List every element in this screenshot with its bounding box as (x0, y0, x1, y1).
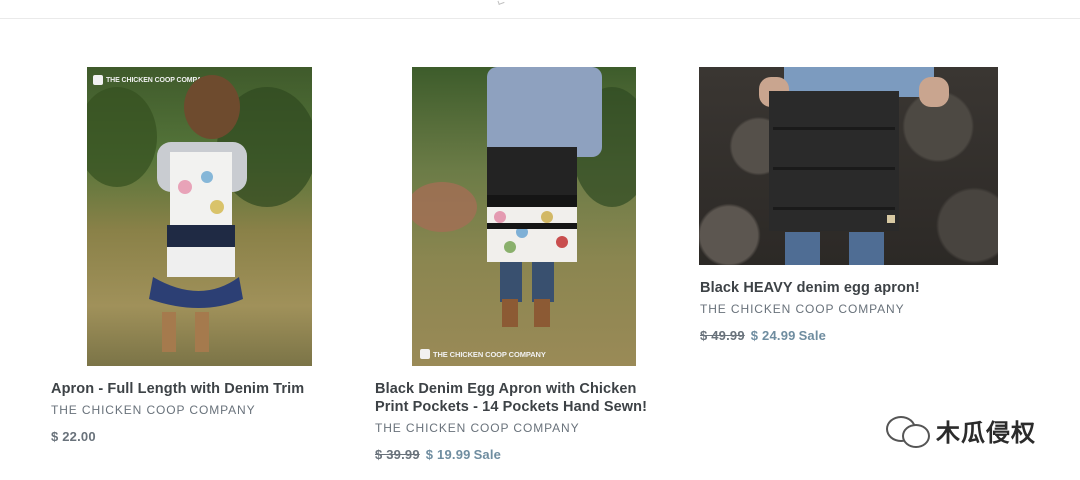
sale-label: Sale (798, 328, 827, 343)
brand-logo-overlay: THE CHICKEN COOP COMPANY (420, 349, 546, 359)
header-divider (0, 0, 1080, 19)
product-title-line-2: Print Pockets - 14 Pockets Hand Sewn! (375, 399, 648, 415)
product-vendor: THE CHICKEN COOP COMPANY (375, 421, 580, 435)
chicken-logo-icon (420, 349, 430, 359)
product-price: $ 49.99 $ 24.99 Sale (700, 328, 826, 343)
product-title[interactable]: Black Denim Egg Apron with Chicken Print… (375, 380, 647, 416)
wechat-icon (886, 414, 930, 448)
regular-price: $ 22.00 (51, 429, 96, 444)
original-price: $ 49.99 (700, 328, 745, 343)
product-vendor: THE CHICKEN COOP COMPANY (51, 403, 256, 417)
product-title[interactable]: Apron - Full Length with Denim Trim (51, 380, 304, 398)
chevron-icon (497, 0, 505, 5)
logo-caption: THE CHICKEN COOP COMPANY (433, 349, 546, 359)
heavy-apron-photo (759, 67, 949, 265)
product-price: $ 39.99 $ 19.99 Sale (375, 447, 501, 462)
original-price: $ 39.99 (375, 447, 420, 462)
egg-apron-photo (412, 67, 636, 327)
product-title[interactable]: Black HEAVY denim egg apron! (700, 279, 920, 297)
child-apron-photo (87, 75, 312, 352)
product-vendor: THE CHICKEN COOP COMPANY (700, 302, 905, 316)
product-image-apron-full-length[interactable]: THE CHICKEN COOP COMPANY (87, 67, 312, 366)
wechat-watermark: 木瓜侵权 (886, 412, 1036, 448)
product-price: $ 22.00 (51, 429, 96, 444)
product-image-black-denim-egg-apron[interactable]: THE CHICKEN COOP COMPANY (412, 67, 636, 366)
watermark-text: 木瓜侵权 (936, 418, 1036, 447)
sale-price: $ 24.99 (750, 328, 796, 343)
product-title-line-1: Black Denim Egg Apron with Chicken (375, 381, 637, 397)
product-image-black-heavy-denim-apron[interactable] (699, 67, 998, 265)
sale-label: Sale (473, 447, 502, 462)
sale-price: $ 19.99 (425, 447, 471, 462)
